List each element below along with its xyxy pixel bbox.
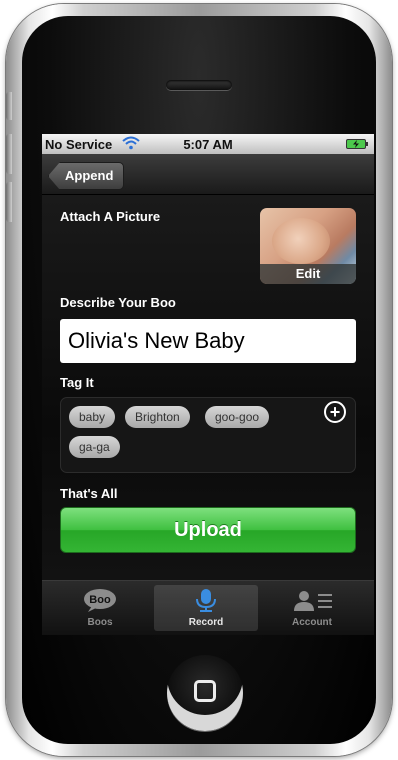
tab-boos[interactable]: Boo Boos bbox=[48, 585, 152, 631]
status-bar: No Service 5:07 AM bbox=[42, 134, 374, 154]
tag-container[interactable]: baby Brighton goo-goo ga-ga bbox=[60, 397, 356, 473]
tag-chip[interactable]: ga-ga bbox=[69, 436, 120, 458]
silent-switch bbox=[6, 92, 12, 120]
tag-it-label: Tag It bbox=[60, 375, 94, 390]
upload-button[interactable]: Upload bbox=[60, 507, 356, 553]
tab-boos-label: Boos bbox=[87, 617, 113, 628]
battery-icon bbox=[346, 139, 368, 149]
microphone-icon bbox=[196, 589, 216, 612]
description-input[interactable]: Olivia's New Baby bbox=[60, 319, 356, 363]
status-time: 5:07 AM bbox=[183, 137, 233, 152]
tab-record-label: Record bbox=[188, 617, 224, 628]
boo-speech-bubble-icon: Boo bbox=[84, 589, 116, 612]
boo-icon-text: Boo bbox=[89, 594, 111, 606]
compose-form: Attach A Picture Edit Describe Your Boo … bbox=[42, 195, 374, 580]
navigation-bar: Append bbox=[42, 154, 374, 195]
tag-chip[interactable]: baby bbox=[69, 406, 116, 428]
append-back-button[interactable]: Append bbox=[48, 162, 125, 190]
tag-chip[interactable]: goo-goo bbox=[205, 406, 270, 428]
home-button-icon bbox=[194, 680, 216, 702]
app-screen: No Service 5:07 AM Append Attach A Pictu… bbox=[42, 134, 374, 580]
volume-down-button bbox=[6, 182, 12, 222]
describe-label: Describe Your Boo bbox=[60, 295, 176, 310]
tab-record[interactable]: Record bbox=[154, 585, 258, 631]
baby-photo bbox=[272, 218, 330, 264]
account-icon bbox=[294, 591, 332, 611]
thats-all-label: That's All bbox=[60, 486, 118, 501]
tag-chip[interactable]: Brighton bbox=[125, 406, 190, 428]
edit-picture-button[interactable]: Edit bbox=[260, 264, 356, 284]
tab-bar: Boo Boos Record Account bbox=[42, 580, 374, 635]
tab-account[interactable]: Account bbox=[260, 585, 364, 631]
picture-thumbnail[interactable]: Edit bbox=[260, 208, 356, 284]
tab-account-label: Account bbox=[292, 617, 332, 628]
earpiece-speaker bbox=[166, 80, 232, 90]
volume-up-button bbox=[6, 134, 12, 174]
add-tag-plus-icon[interactable]: + bbox=[324, 401, 346, 423]
attach-picture-label: Attach A Picture bbox=[60, 209, 161, 224]
